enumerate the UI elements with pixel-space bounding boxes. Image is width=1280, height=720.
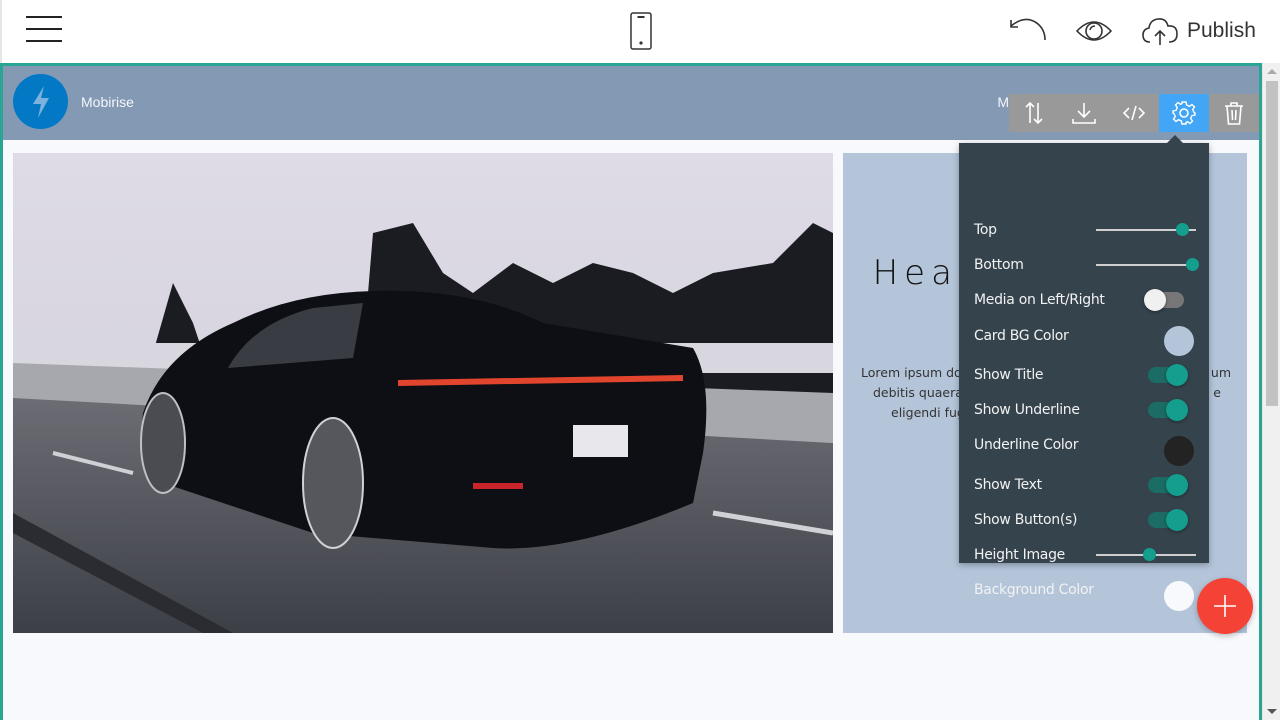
setting-label: Show Title [974,367,1044,383]
setting-show-title: Show Title [974,360,1196,390]
setting-label: Underline Color [974,437,1079,453]
trash-icon [1225,102,1243,125]
publish-button[interactable]: Publish [1141,14,1256,48]
save-block-button[interactable] [1059,94,1109,132]
setting-background-color: Background Color [974,575,1196,611]
bottom-padding-slider[interactable] [1096,258,1199,271]
download-icon [1072,103,1096,124]
setting-label: Show Underline [974,402,1080,418]
site-logo[interactable] [13,74,68,129]
site-brand[interactable]: Mobirise [81,94,134,110]
block-settings-panel: Top Bottom Media on Left/Right Card BG C… [959,135,1209,611]
delete-block-button[interactable] [1209,94,1259,132]
underline-color-swatch[interactable] [1164,436,1194,466]
setting-underline-color: Underline Color [974,430,1196,466]
slider-thumb[interactable] [1176,223,1189,236]
block-parameters-button[interactable] [1159,94,1209,132]
card-text-line: eligendi fug [891,405,965,420]
add-block-button[interactable] [1197,578,1253,634]
publish-label: Publish [1187,19,1256,42]
setting-show-buttons: Show Button(s) [974,505,1196,535]
card-text-line: debitis quaerat [873,385,968,400]
setting-card-bg-color: Card BG Color [974,321,1196,356]
show-buttons-toggle[interactable] [1148,509,1188,531]
show-underline-toggle[interactable] [1148,399,1188,421]
card-text-tail: e [1213,385,1221,400]
setting-label: Show Text [974,477,1042,493]
scroll-up-arrow-icon[interactable] [1267,69,1277,74]
setting-label: Bottom [974,257,1024,273]
setting-show-underline: Show Underline [974,395,1196,425]
plus-icon [1214,595,1236,617]
setting-media-position: Media on Left/Right [974,285,1196,315]
hamburger-menu-icon[interactable] [26,16,62,44]
setting-bottom: Bottom [974,250,1199,280]
setting-label: Media on Left/Right [974,292,1105,308]
setting-show-text: Show Text [974,470,1196,500]
setting-label: Show Button(s) [974,512,1078,528]
setting-top: Top [974,215,1196,245]
block-toolbar [1009,94,1259,132]
scroll-down-arrow-icon[interactable] [1267,709,1277,714]
card-text-line: Lorem ipsum dolo [861,365,973,380]
cloud-upload-icon [1142,18,1178,45]
top-padding-slider[interactable] [1096,223,1196,236]
show-text-toggle[interactable] [1148,474,1188,496]
card-bg-color-swatch[interactable] [1164,326,1194,356]
arrows-up-down-icon [1025,101,1043,125]
eye-icon[interactable] [1075,17,1113,45]
code-editor-button[interactable] [1109,94,1159,132]
height-image-slider[interactable] [1096,548,1196,561]
editor-topbar: Publish [0,0,1280,63]
background-color-swatch[interactable] [1164,581,1194,611]
move-block-button[interactable] [1009,94,1059,132]
slider-thumb[interactable] [1143,548,1156,561]
vertical-scrollbar[interactable] [1262,63,1280,720]
block-media-image[interactable] [13,153,833,633]
lightning-bolt-icon [32,85,49,118]
setting-height-image: Height Image [974,540,1196,570]
show-title-toggle[interactable] [1148,364,1188,386]
car-photo [13,153,833,633]
undo-icon[interactable] [1008,16,1048,44]
setting-label: Top [974,222,997,238]
gear-icon [1172,101,1196,125]
card-text-tail: um [1210,365,1231,380]
setting-label: Height Image [974,547,1065,563]
setting-label: Background Color [974,582,1094,598]
slider-thumb[interactable] [1186,258,1199,271]
setting-label: Card BG Color [974,328,1069,344]
code-icon [1122,105,1146,121]
mobile-phone-icon[interactable] [629,12,653,50]
scrollbar-thumb[interactable] [1266,81,1278,406]
media-left-right-toggle[interactable] [1144,289,1184,311]
